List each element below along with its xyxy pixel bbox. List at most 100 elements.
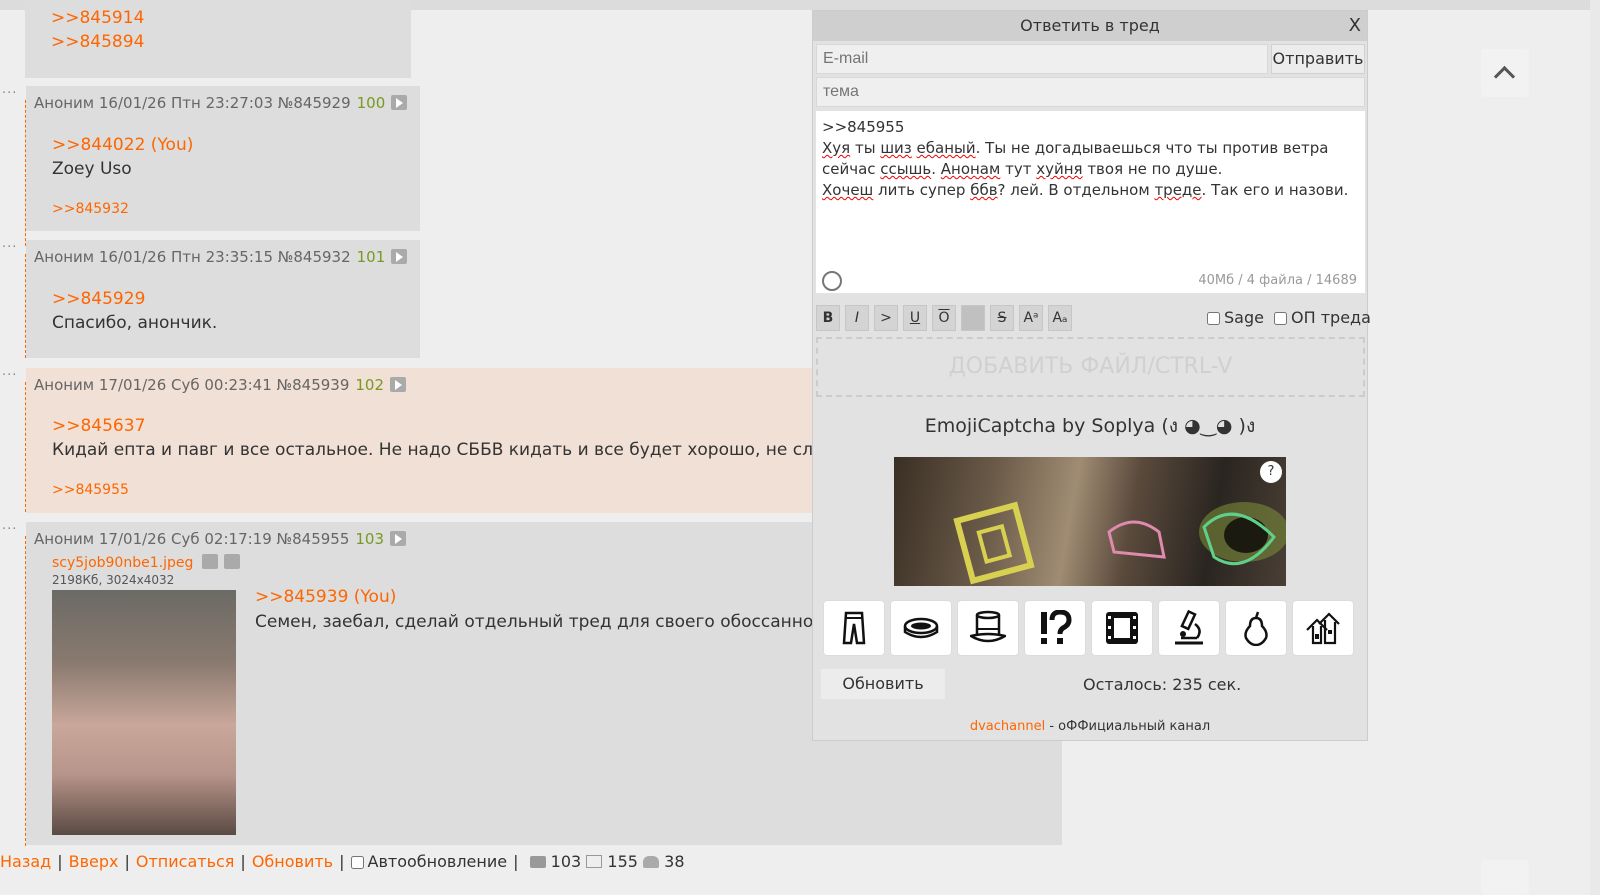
underline-button[interactable]: U	[903, 305, 927, 331]
captcha-option-microscope[interactable]	[1159, 601, 1219, 655]
reply-link[interactable]: >>845955	[52, 482, 129, 498]
submit-button[interactable]: Отправить	[1271, 44, 1365, 74]
posts-count-icon	[529, 856, 546, 868]
sage-label: Sage	[1224, 308, 1264, 327]
captcha-option-film-frame[interactable]	[1092, 601, 1152, 655]
scroll-to-bottom-button[interactable]	[1481, 860, 1529, 895]
posters-count: 38	[664, 852, 685, 871]
message-line: >>845955	[822, 118, 905, 136]
close-icon[interactable]: X	[1349, 11, 1361, 41]
captcha-option-petri-dish[interactable]	[891, 601, 951, 655]
overline-button[interactable]: O	[932, 305, 956, 331]
email-field[interactable]	[816, 44, 1268, 74]
file-meta: 2198Кб, 3024x4032	[52, 573, 175, 587]
limits-counter: 40Мб / 4 файла / 14689	[1198, 273, 1357, 288]
play-icon[interactable]	[390, 531, 407, 546]
post-text: Семен, заебал, сделай отдельный тред для…	[255, 612, 848, 632]
message-line: Хочеш лить супер ббв? лей. В отдельном т…	[822, 181, 1349, 199]
posters-count-icon	[643, 856, 660, 868]
play-icon[interactable]	[391, 95, 408, 110]
unsubscribe-link[interactable]: Отписаться	[136, 852, 235, 871]
op-checkbox[interactable]	[1274, 312, 1287, 325]
post-image-thumbnail[interactable]	[52, 590, 236, 835]
captcha-option-trousers[interactable]	[824, 601, 884, 655]
captcha-option-houses[interactable]	[1293, 601, 1353, 655]
trousers-icon	[842, 611, 866, 645]
captcha-option-pear[interactable]	[1226, 601, 1286, 655]
captcha-image: ?	[894, 457, 1286, 586]
sticker-icon[interactable]	[822, 271, 842, 291]
post-link[interactable]: >>845894	[51, 32, 144, 52]
superscript-button[interactable]: Aᵃ	[1019, 305, 1043, 331]
post-meta: Аноним 17/01/26 Суб 00:23:41 №845939	[34, 376, 350, 394]
search-icon[interactable]	[201, 554, 218, 569]
reply-form-header[interactable]: Ответить в тред X	[813, 11, 1367, 41]
spoiler-button[interactable]	[961, 305, 985, 331]
sage-checkbox[interactable]	[1207, 312, 1220, 325]
sage-option: Sage	[1207, 308, 1264, 327]
play-icon[interactable]	[390, 377, 407, 392]
captcha-help-icon[interactable]: ?	[1260, 461, 1282, 483]
subscript-button[interactable]: Aₐ	[1048, 305, 1072, 331]
subject-field[interactable]	[816, 77, 1365, 107]
houses-icon	[1306, 612, 1340, 645]
quote-link[interactable]: >>844022 (You)	[52, 135, 193, 155]
captcha-option-top-hat[interactable]	[958, 601, 1018, 655]
back-link[interactable]: Назад	[0, 852, 51, 871]
captcha-title: EmojiCaptcha by Soplya (ง ◕‿◕ )ง	[924, 415, 1256, 437]
post-number: 103	[355, 530, 385, 548]
page-scrollbar[interactable]	[1590, 0, 1600, 895]
images-count: 155	[607, 852, 638, 871]
captcha-timer: Осталось: 235 сек.	[1083, 675, 1242, 694]
message-line: сейчас ссышь. Анонам тут хуйня твоя не п…	[822, 160, 1223, 178]
reply-form-title: Ответить в тред	[1020, 16, 1160, 35]
images-count-icon	[586, 855, 603, 868]
quote-link[interactable]: >>845939 (You)	[255, 587, 396, 607]
scroll-to-top-button[interactable]	[1481, 49, 1529, 97]
strike-button[interactable]: S	[990, 305, 1014, 331]
microscope-icon	[1175, 610, 1203, 645]
file-dropzone[interactable]: ДОБАВИТЬ ФАЙЛ/CTRL-V	[816, 337, 1365, 397]
file-info: scy5job90nbe1.jpeg	[52, 554, 241, 571]
captcha-refresh-button[interactable]: Обновить	[821, 669, 945, 699]
up-link[interactable]: Вверх	[69, 852, 119, 871]
refresh-link[interactable]: Обновить	[252, 852, 333, 871]
top-hat-icon	[970, 610, 1006, 643]
post-meta: Аноним 17/01/26 Суб 02:17:19 №845955	[34, 530, 350, 548]
footer-text: - оФФициальный канал	[1045, 719, 1211, 734]
op-option: ОП треда	[1274, 308, 1371, 327]
post-menu-dots[interactable]: ···	[2, 522, 17, 537]
form-footer: dvachannel - оФФициальный канал	[813, 719, 1367, 734]
play-icon[interactable]	[391, 249, 408, 264]
captcha-option-interrobang[interactable]	[1025, 601, 1085, 655]
post-link[interactable]: >>845914	[51, 8, 144, 28]
quote-button[interactable]: >	[874, 305, 898, 331]
dvachannel-link[interactable]: dvachannel	[970, 719, 1045, 734]
bold-button[interactable]: B	[816, 305, 840, 331]
post-number: 102	[355, 376, 385, 394]
post-header: Аноним 16/01/26 Птн 23:27:03 №845929 100	[34, 94, 408, 112]
post-text: Zoey Uso	[52, 159, 132, 179]
reply-link[interactable]: >>845932	[52, 201, 129, 217]
captcha-noise	[953, 501, 1286, 585]
post-menu-dots[interactable]: ···	[2, 368, 17, 383]
post-header: Аноним 17/01/26 Суб 02:17:19 №845955 103	[34, 530, 407, 548]
posts-count: 103	[550, 852, 582, 871]
post-meta: Аноним 16/01/26 Птн 23:35:15 №845932	[34, 248, 351, 266]
post-partial: >>845914 >>845894	[25, 0, 411, 78]
italic-button[interactable]: I	[845, 305, 869, 331]
reply-form: Ответить в тред X Отправить >>845955 Хуя…	[812, 10, 1371, 741]
quote-link[interactable]: >>845929	[52, 289, 145, 309]
film-frame-icon	[1106, 612, 1138, 644]
post-meta: Аноним 16/01/26 Птн 23:27:03 №845929	[34, 94, 351, 112]
autoupdate-checkbox[interactable]	[350, 856, 364, 869]
message-textarea[interactable]: >>845955 Хуя ты шиз ебаный. Ты не догады…	[816, 111, 1365, 293]
petri-dish-icon	[903, 617, 939, 639]
file-name-link[interactable]: scy5job90nbe1.jpeg	[52, 555, 193, 571]
quote-link[interactable]: >>845637	[52, 416, 145, 436]
post-header: Аноним 17/01/26 Суб 00:23:41 №845939 102	[34, 376, 407, 394]
post-menu-dots[interactable]: ···	[2, 240, 17, 255]
post-text: Спасибо, анончик.	[52, 313, 218, 333]
post-menu-dots[interactable]: ···	[2, 86, 17, 101]
download-icon[interactable]	[224, 554, 241, 569]
